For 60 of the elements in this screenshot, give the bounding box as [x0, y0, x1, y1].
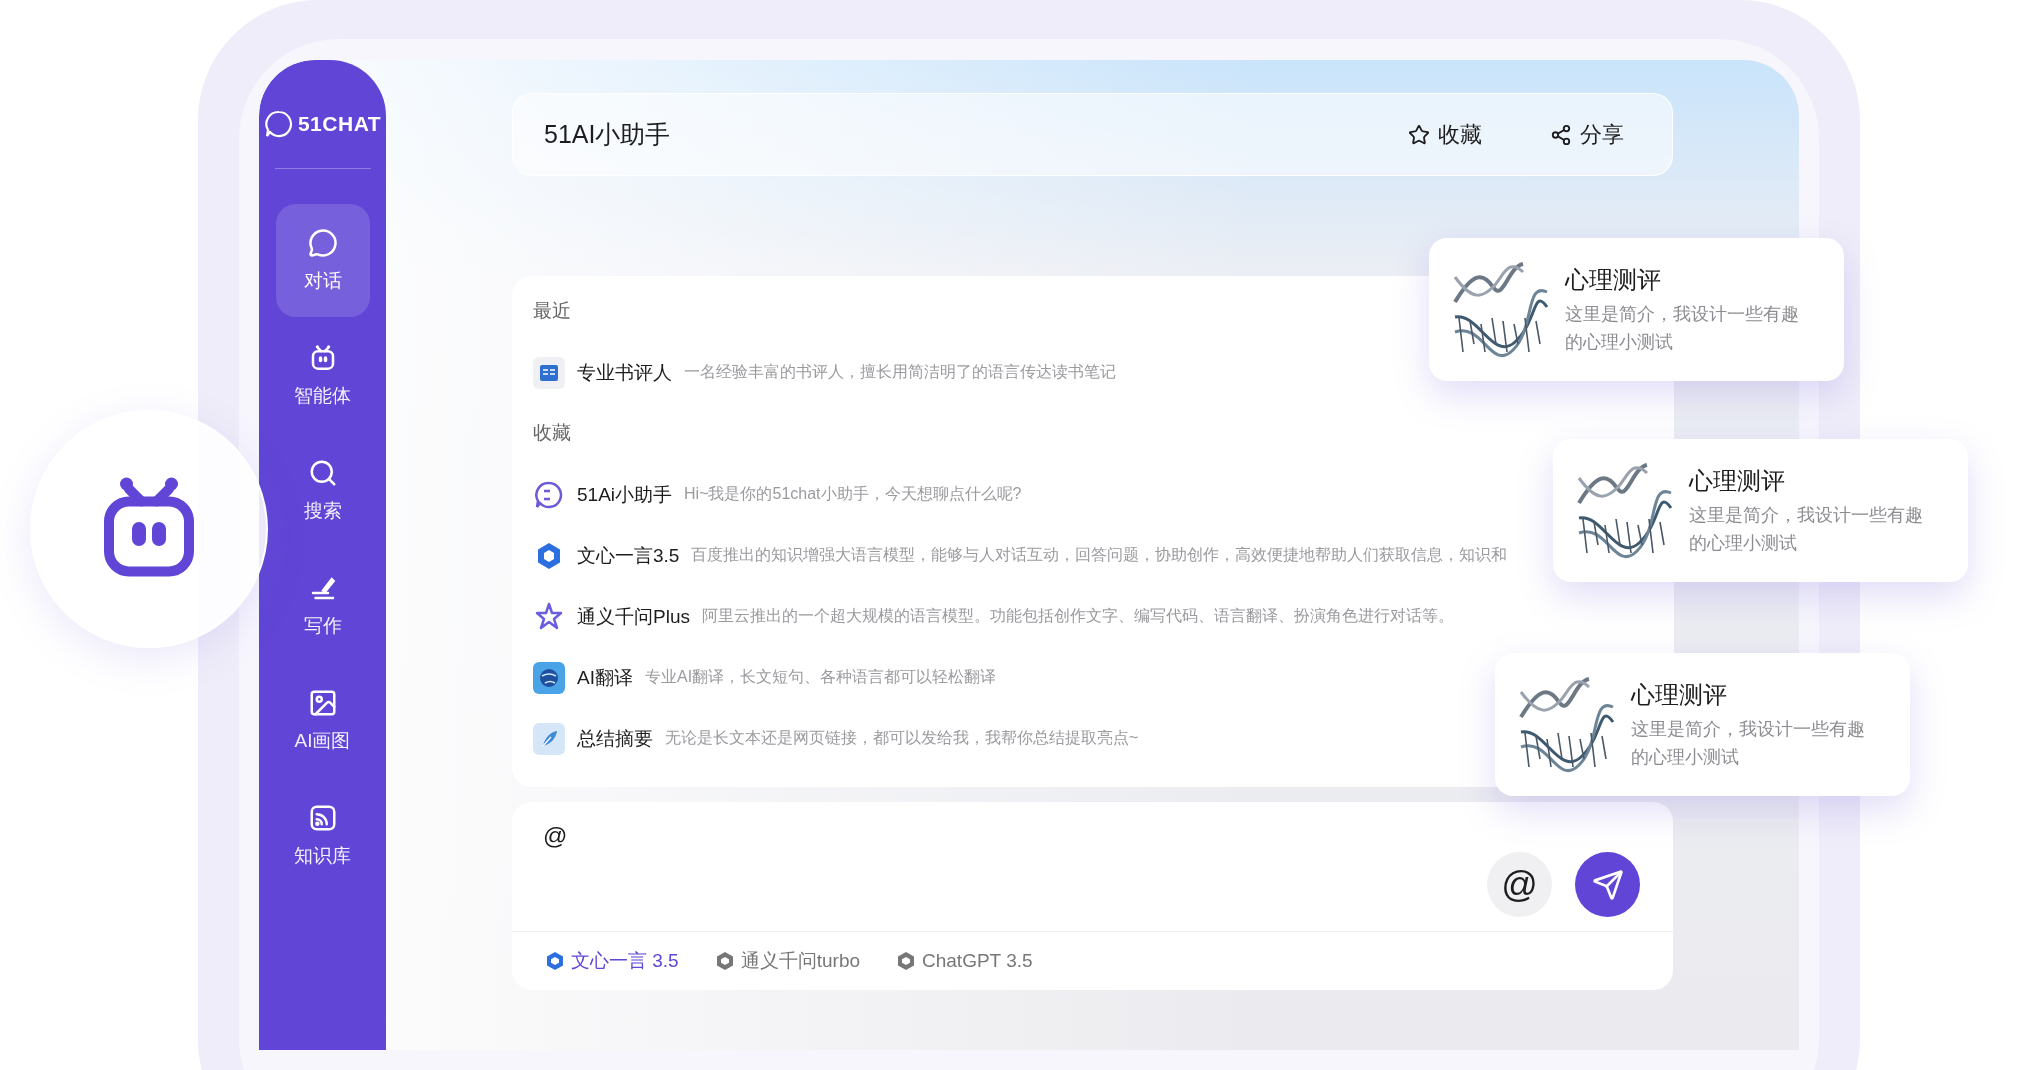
nav-label: 搜索: [303, 498, 342, 523]
card-description: 这里是简介，我设计一些有趣的心理小测试: [1631, 717, 1866, 769]
assistant-description: Hi~我是你的51chat小助手，今天想聊点什么呢?: [684, 484, 1022, 504]
nav-label: 写作: [303, 613, 342, 638]
chat-title: 51AI小助手: [544, 119, 672, 150]
chat-bubble-icon: [263, 109, 294, 139]
assistant-name: AI翻译: [577, 665, 633, 690]
model-option[interactable]: 文心一言 3.5: [545, 948, 679, 974]
nav-label: AI画图: [294, 728, 351, 753]
share-icon: [1550, 123, 1572, 146]
nav-item[interactable]: 搜索: [275, 434, 370, 547]
star-icon: [1408, 123, 1430, 146]
assistant-row[interactable]: 51Ai小助手 Hi~我是你的51chat小助手，今天想聊点什么呢?: [533, 464, 1022, 525]
nav-label: 对话: [303, 268, 342, 293]
card-title: 心理测评: [1565, 264, 1662, 295]
globe-icon: [533, 661, 565, 694]
share-button[interactable]: 分享: [1550, 119, 1624, 150]
nav-label: 智能体: [294, 383, 351, 408]
nav-label: 知识库: [294, 843, 351, 868]
logo: 51CHAT: [263, 104, 382, 144]
assistant-name: 通义千问Plus: [577, 604, 690, 629]
card-title: 心理测评: [1631, 679, 1728, 710]
feather-icon: [533, 722, 565, 755]
assistant-row[interactable]: 专业书评人 一名经验丰富的书评人，擅长用简洁明了的语言传达读书笔记: [533, 342, 1116, 403]
assistant-description: 阿里云推出的一个超大规模的语言模型。功能包括创作文字、编写代码、语言翻译、扮演角色进行对话等。: [701, 606, 1454, 626]
hexagon-icon: [896, 951, 916, 971]
assistant-row[interactable]: AI翻译 专业AI翻译，长文短句、各种语言都可以轻松翻译: [533, 647, 997, 708]
assistant-card[interactable]: 心理测评 这里是简介，我设计一些有趣的心理小测试: [1553, 439, 1968, 582]
assistant-name: 专业书评人: [577, 360, 672, 385]
model-option[interactable]: ChatGPT 3.5: [896, 950, 1033, 972]
chat-icon: [307, 227, 338, 258]
nav-item[interactable]: 写作: [275, 549, 370, 662]
nav-item[interactable]: 知识库: [275, 779, 370, 892]
section-title: 收藏: [533, 421, 571, 445]
assistant-card[interactable]: 心理测评 这里是简介，我设计一些有趣的心理小测试: [1495, 653, 1910, 796]
nav-item[interactable]: 智能体: [275, 319, 370, 432]
card-description: 这里是简介，我设计一些有趣的心理小测试: [1689, 503, 1924, 555]
assistant-row[interactable]: 通义千问Plus 阿里云推出的一个超大规模的语言模型。功能包括创作文字、编写代码、语言翻译、扮演角色进行对话等。: [533, 586, 1454, 647]
nav-item[interactable]: AI画图: [275, 664, 370, 777]
card-description: 这里是简介，我设计一些有趣的心理小测试: [1565, 302, 1800, 354]
assistant-description: 百度推出的知识增强大语言模型，能够与人对话互动，回答问题，协助创作，高效便捷地帮助人们获取信息，知识和: [691, 545, 1508, 565]
assistant-name: 文心一言3.5: [577, 543, 680, 568]
assistant-description: 专业AI翻译，长文短句、各种语言都可以轻松翻译: [644, 667, 997, 687]
nav-item[interactable]: 对话: [275, 204, 370, 317]
assistant-description: 一名经验丰富的书评人，擅长用简洁明了的语言传达读书笔记: [684, 362, 1116, 382]
send-icon: [1591, 868, 1624, 901]
favorite-button[interactable]: 收藏: [1408, 119, 1482, 150]
hexagon-icon: [545, 951, 565, 971]
assistant-description: 无论是长文本还是网页链接，都可以发给我，我帮你总结提取亮点~: [665, 728, 1139, 748]
message-input[interactable]: @: [543, 822, 1464, 858]
section-title: 最近: [533, 299, 571, 323]
assistant-row[interactable]: 文心一言3.5 百度推出的知识增强大语言模型，能够与人对话互动，回答问题，协助创作，高效便捷地帮助人们获取信息，知识和: [533, 525, 1508, 586]
hexagon-icon: [714, 951, 735, 971]
assistant-name: 51Ai小助手: [577, 482, 673, 507]
assistant-card[interactable]: 心理测评 这里是简介，我设计一些有趣的心理小测试: [1429, 238, 1844, 381]
assistant-row[interactable]: 总结摘要 无论是长文本还是网页链接，都可以发给我，我帮你总结提取亮点~: [533, 708, 1139, 769]
model-option[interactable]: 通义千问turbo: [714, 948, 860, 974]
assistant-name: 总结摘要: [577, 726, 653, 751]
card-title: 心理测评: [1689, 465, 1786, 496]
mention-button[interactable]: @: [1487, 852, 1552, 917]
